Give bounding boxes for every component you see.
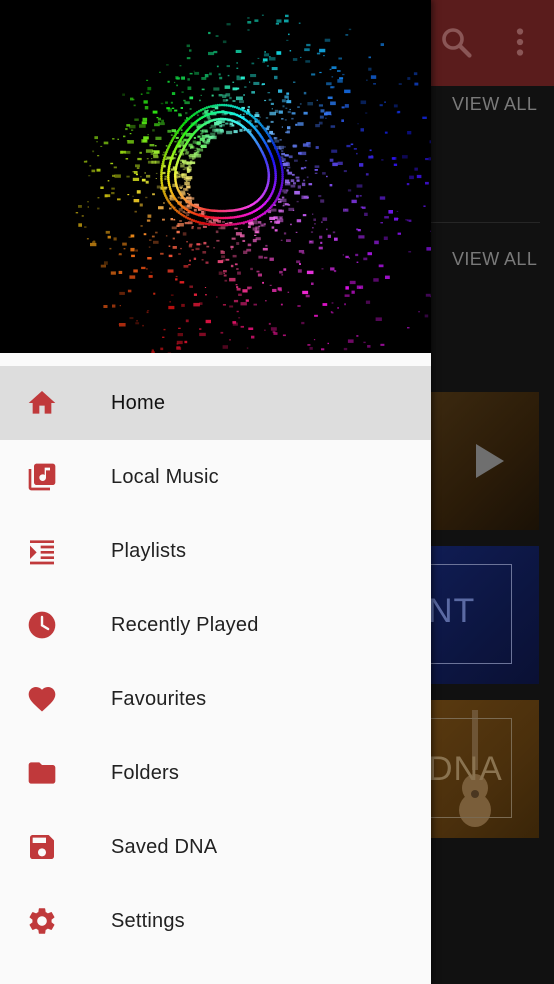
drawer-menu: Home Local Music Playlists Recently Play… [0,366,431,958]
heart-icon [26,683,58,715]
audio-dna-visualizer-image [75,14,431,353]
menu-item-label: Saved DNA [111,836,218,858]
search-icon[interactable] [438,24,474,60]
album-card[interactable] [420,392,539,530]
menu-item-label: Home [111,392,166,414]
library-music-icon [26,461,58,493]
play-icon [476,444,504,478]
menu-item-saved-dna[interactable]: Saved DNA [0,810,431,884]
card-title: DNA [428,750,503,788]
more-vert-icon[interactable] [502,24,538,60]
section-divider [420,222,540,223]
menu-item-label: Settings [111,910,185,932]
menu-item-label: Folders [111,762,180,784]
card-title: NT [428,592,476,630]
menu-item-label: Favourites [111,688,207,710]
playlist-icon [26,535,58,567]
menu-item-recently-played[interactable]: Recently Played [0,588,431,662]
menu-item-favourites[interactable]: Favourites [0,662,431,736]
drawer-header-visualizer [0,0,431,353]
menu-item-folders[interactable]: Folders [0,736,431,810]
menu-item-label: Playlists [111,540,187,562]
menu-item-label: Local Music [111,466,219,488]
album-card[interactable]: NT [420,546,539,684]
save-icon [26,831,58,863]
menu-item-label: Recently Played [111,614,259,636]
menu-item-home[interactable]: Home [0,366,431,440]
view-all-link[interactable]: VIEW ALL [452,249,537,270]
view-all-link[interactable]: VIEW ALL [452,94,537,115]
folder-icon [26,757,58,789]
clock-icon [26,609,58,641]
gear-icon [26,905,58,937]
album-card[interactable]: DNA [420,700,539,838]
navigation-drawer: Home Local Music Playlists Recently Play… [0,0,431,984]
menu-item-local-music[interactable]: Local Music [0,440,431,514]
menu-item-settings[interactable]: Settings [0,884,431,958]
home-icon [26,387,58,419]
menu-item-playlists[interactable]: Playlists [0,514,431,588]
